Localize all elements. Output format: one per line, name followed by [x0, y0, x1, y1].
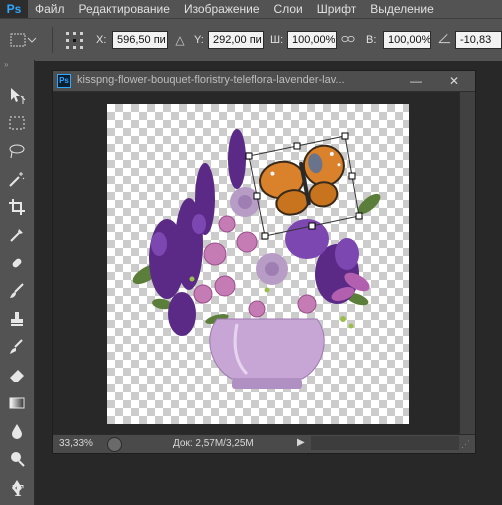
eyedropper-icon[interactable]: [5, 224, 29, 246]
document-window: Ps kisspng-flower-bouquet-floristry-tele…: [52, 70, 476, 454]
w-label: Ш:: [270, 34, 284, 46]
menu-type[interactable]: Шрифт: [310, 2, 363, 16]
flower-bouquet-artwork: [132, 129, 381, 389]
ps-doc-icon: Ps: [57, 74, 71, 88]
status-menu-arrow-icon[interactable]: ▶: [297, 437, 305, 448]
link-icon[interactable]: [340, 31, 356, 49]
zoom-level[interactable]: 33,33%: [59, 438, 93, 449]
tool-preset-picker[interactable]: [8, 30, 40, 50]
history-brush-icon[interactable]: [5, 336, 29, 358]
type-tool-icon[interactable]: T: [10, 482, 26, 500]
clone-stamp-icon[interactable]: [5, 308, 29, 330]
vertical-scrollbar[interactable]: [459, 92, 475, 435]
canvas-area[interactable]: [53, 92, 460, 435]
type-icon[interactable]: [5, 500, 29, 504]
blur-icon[interactable]: [5, 420, 29, 442]
move-icon[interactable]: [5, 84, 29, 106]
y-field[interactable]: 292,00 пи: [208, 31, 264, 49]
h-label: В:: [366, 34, 377, 46]
vase: [209, 318, 325, 389]
horizontal-scrollbar[interactable]: [311, 436, 459, 450]
dodge-icon[interactable]: [5, 448, 29, 470]
document-info: Док: 2,57M/3,25M: [173, 438, 254, 449]
menu-image[interactable]: Изображение: [177, 2, 267, 16]
lasso-icon[interactable]: [5, 140, 29, 162]
resize-grip-icon[interactable]: ⋰: [461, 439, 473, 451]
reference-point-icon[interactable]: [66, 32, 83, 49]
menu-select[interactable]: Выделение: [363, 2, 441, 16]
document-tab[interactable]: Ps kisspng-flower-bouquet-floristry-tele…: [53, 71, 475, 92]
healing-brush-icon[interactable]: [5, 252, 29, 274]
options-bar: X: 596,50 пи △ Y: 292,00 пи Ш: 100,00% В…: [0, 18, 502, 61]
status-bar: 33,33% Док: 2,57M/3,25M ▶ ⋰: [53, 434, 475, 453]
menu-file[interactable]: Файл: [28, 2, 72, 16]
butterfly: [258, 144, 345, 216]
x-field[interactable]: 596,50 пи: [112, 31, 168, 49]
toolbox: »: [0, 60, 35, 505]
image-canvas[interactable]: [107, 104, 409, 424]
minimize-button[interactable]: —: [405, 72, 427, 90]
magic-wand-icon[interactable]: [5, 168, 29, 190]
eraser-icon[interactable]: [5, 364, 29, 386]
grip-icon[interactable]: »: [4, 61, 30, 69]
angle-icon: [436, 31, 452, 49]
width-field[interactable]: 100,00%: [287, 31, 337, 49]
height-field[interactable]: 100,00%: [383, 31, 431, 49]
x-label: X:: [96, 34, 107, 46]
photoshop-logo: Ps: [0, 0, 28, 18]
gradient-icon[interactable]: [5, 392, 29, 414]
marquee-icon[interactable]: [5, 112, 29, 134]
angle-field[interactable]: -10,83: [455, 31, 502, 49]
triangle-icon: △: [175, 33, 185, 47]
close-button[interactable]: ✕: [443, 72, 465, 90]
separator: [52, 27, 53, 53]
status-circle-icon[interactable]: [107, 437, 122, 452]
menu-bar: Ps Файл Редактирование Изображение Слои …: [0, 0, 502, 18]
brush-icon[interactable]: [5, 280, 29, 302]
menu-layers[interactable]: Слои: [267, 2, 310, 16]
menu-edit[interactable]: Редактирование: [72, 2, 177, 16]
y-label: Y:: [194, 34, 204, 46]
document-title: kisspng-flower-bouquet-floristry-teleflo…: [77, 74, 345, 86]
crop-icon[interactable]: [5, 196, 29, 218]
